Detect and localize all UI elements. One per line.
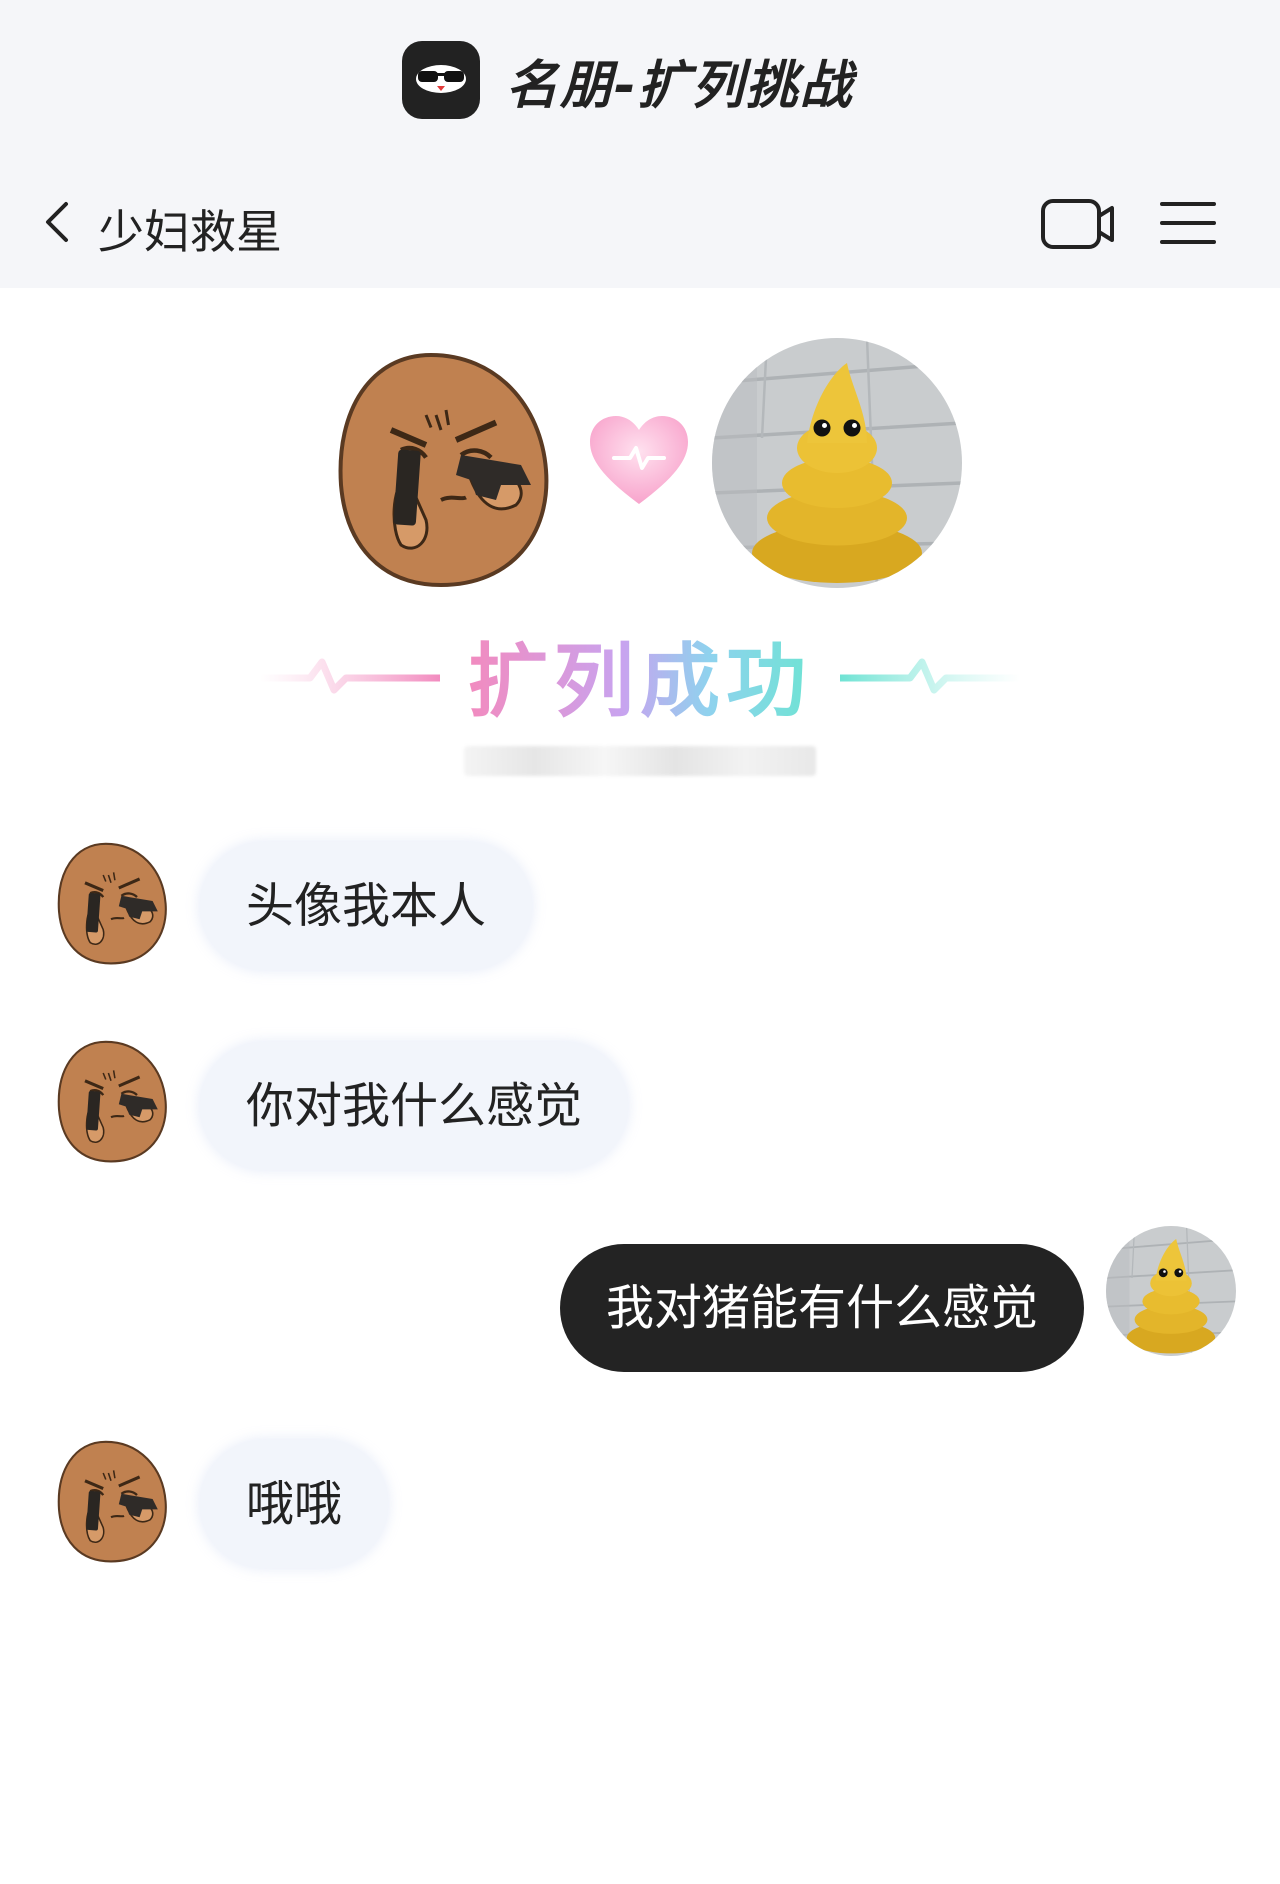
other-avatar[interactable] (46, 1034, 176, 1164)
message-bubble-incoming[interactable]: 头像我本人 (200, 842, 533, 970)
chat-title: 少妇救星 (98, 205, 282, 259)
video-camera-icon[interactable] (1040, 196, 1116, 252)
sunglasses-face-icon (402, 41, 480, 119)
top-header-area: 名朋-扩列挑战 少妇救星 (0, 0, 1280, 288)
message-row: 我对猪能有什么感觉 (0, 1226, 1280, 1372)
message-bubble-incoming[interactable]: 哦哦 (200, 1440, 389, 1568)
pulse-wave-right-icon (840, 658, 1020, 694)
my-avatar[interactable] (1106, 1226, 1236, 1356)
my-avatar-large[interactable] (712, 338, 962, 588)
app-name: 名朋-扩列挑战 (506, 55, 854, 116)
pulse-wave-left-icon (260, 658, 440, 694)
chat-nav-bar: 少妇救星 (0, 180, 1280, 264)
other-avatar-large[interactable] (316, 340, 566, 590)
match-success-label: 扩列成功 (468, 617, 812, 733)
hamburger-menu-icon[interactable] (1160, 198, 1216, 248)
other-avatar[interactable] (46, 1434, 176, 1564)
match-header: 扩列成功 (0, 330, 1280, 790)
message-row: 哦哦 (0, 1434, 1280, 1568)
message-row: 你对我什么感觉 (0, 1034, 1280, 1170)
other-avatar[interactable] (46, 836, 176, 966)
chevron-left-icon[interactable] (38, 200, 74, 244)
message-bubble-outgoing[interactable]: 我对猪能有什么感觉 (559, 1244, 1084, 1372)
app-banner: 名朋-扩列挑战 (402, 40, 854, 120)
message-row: 头像我本人 (0, 836, 1280, 970)
blurred-info-strip (464, 746, 816, 776)
match-success-banner: 扩列成功 (0, 620, 1280, 730)
heart-pulse-icon (590, 416, 688, 504)
message-bubble-incoming[interactable]: 你对我什么感觉 (200, 1042, 629, 1170)
